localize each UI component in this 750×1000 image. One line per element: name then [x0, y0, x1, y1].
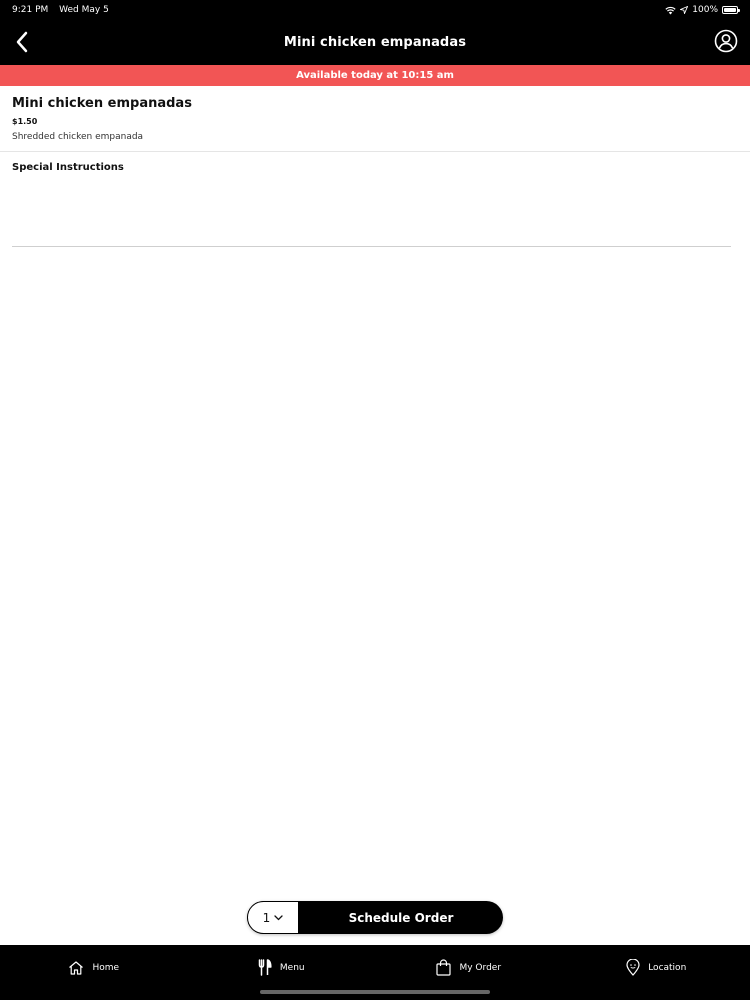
home-icon — [69, 960, 84, 975]
battery-icon — [722, 6, 740, 14]
status-bar: 9:21 PM Wed May 5 100% — [0, 0, 750, 20]
schedule-order-button[interactable]: Schedule Order — [299, 901, 503, 934]
quantity-select[interactable]: 1 — [247, 901, 299, 934]
chevron-left-icon — [16, 31, 28, 53]
tab-menu-label: Menu — [279, 962, 305, 973]
special-instructions-input[interactable] — [12, 182, 731, 247]
item-price: $1.50 — [12, 117, 38, 126]
user-circle-icon — [714, 29, 738, 53]
availability-text: Available today at 10:15 am — [296, 70, 454, 81]
shopping-bag-icon — [436, 959, 452, 976]
tab-my-order-label: My Order — [459, 962, 502, 973]
tab-home[interactable]: Home — [0, 945, 188, 990]
status-right: 100% — [665, 5, 740, 15]
nav-bar: Mini chicken empanadas — [0, 20, 750, 65]
order-bar: 1 Schedule Order — [247, 901, 503, 934]
fork-knife-icon — [258, 959, 272, 976]
item-name: Mini chicken empanadas — [12, 96, 192, 111]
status-time: 9:21 PM — [12, 5, 49, 15]
status-date: Wed May 5 — [59, 5, 109, 15]
item-info: Mini chicken empanadas $1.50 Shredded ch… — [12, 96, 732, 142]
tab-location[interactable]: Location — [563, 945, 750, 990]
status-left: 9:21 PM Wed May 5 — [12, 5, 117, 15]
home-indicator — [260, 990, 490, 994]
location-arrow-icon — [680, 6, 689, 14]
tab-location-label: Location — [648, 962, 687, 973]
divider — [0, 151, 750, 152]
item-description: Shredded chicken empanada — [12, 132, 144, 142]
tab-menu[interactable]: Menu — [188, 945, 376, 990]
battery-percent: 100% — [692, 5, 718, 15]
special-instructions-label: Special Instructions — [12, 162, 124, 173]
chevron-down-icon — [274, 914, 283, 920]
profile-button[interactable] — [714, 29, 738, 53]
tab-home-label: Home — [92, 962, 120, 973]
wifi-icon — [665, 6, 676, 14]
map-pin-icon — [626, 959, 640, 976]
page-title: Mini chicken empanadas — [283, 35, 467, 50]
back-button[interactable] — [12, 29, 32, 55]
tab-my-order[interactable]: My Order — [375, 945, 563, 990]
quantity-value: 1 — [262, 910, 271, 925]
availability-banner: Available today at 10:15 am — [0, 65, 750, 86]
